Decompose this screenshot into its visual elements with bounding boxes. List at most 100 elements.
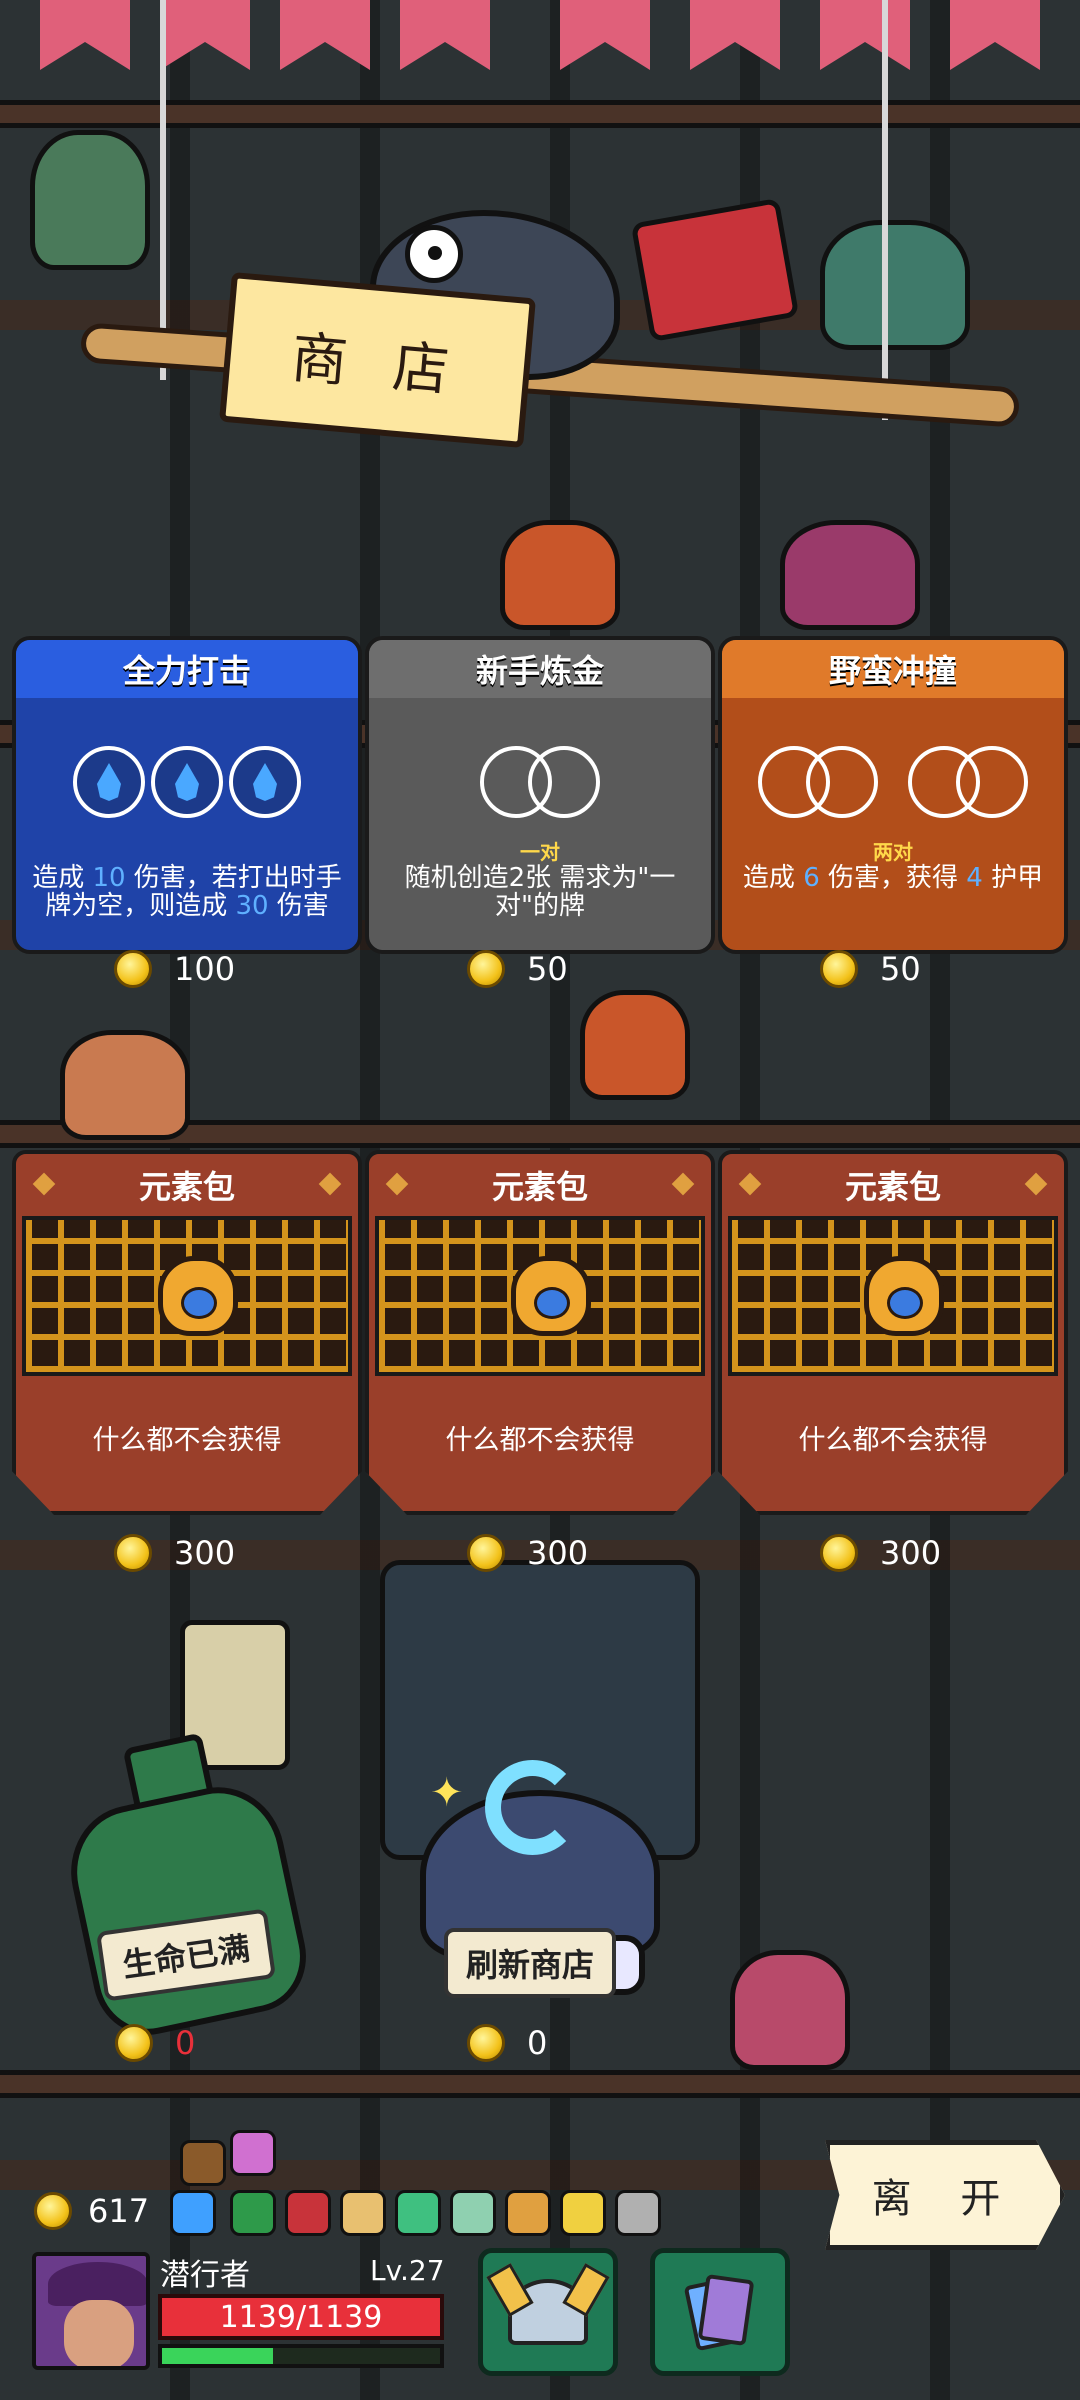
diamond-ornament-icon bbox=[32, 1172, 56, 1196]
shop-sign: 商 店 bbox=[219, 271, 536, 449]
xp-bar-fill bbox=[162, 2348, 274, 2364]
jade-vase-icon[interactable] bbox=[450, 2190, 496, 2236]
requirement-label: 一对 bbox=[520, 840, 560, 864]
deck-cards-icon bbox=[683, 2273, 755, 2352]
maze-pattern bbox=[22, 1216, 352, 1376]
coin-icon bbox=[115, 2024, 153, 2062]
skill-card[interactable]: 全力打击 造成 10 伤害，若打出时手牌为空，则造成 30 伤害 bbox=[12, 636, 362, 954]
gold-counter: 617 bbox=[34, 2192, 149, 2230]
price-value: 50 bbox=[527, 950, 568, 988]
skill-card[interactable]: 野蛮冲撞 两对 造成 6 伤害，获得 4 护甲 bbox=[718, 636, 1068, 954]
pack-description: 什么都不会获得 bbox=[445, 1425, 635, 1456]
bunting-flag bbox=[560, 0, 650, 70]
hp-bar: 1139/1139 bbox=[158, 2294, 444, 2340]
skill-card-body: 造成 10 伤害，若打出时手牌为空，则造成 30 伤害 bbox=[16, 698, 358, 950]
coin-icon bbox=[467, 1534, 505, 1572]
skill-card-title: 野蛮冲撞 bbox=[722, 640, 1064, 698]
pack-price: 300 bbox=[114, 1534, 235, 1572]
bunting-flag bbox=[690, 0, 780, 70]
diamond-ornament-icon bbox=[385, 1172, 409, 1196]
element-pack[interactable]: 元素包什么都不会获得 bbox=[718, 1150, 1068, 1515]
pack-description: 什么都不会获得 bbox=[798, 1425, 988, 1456]
refresh-icon[interactable] bbox=[485, 1760, 580, 1855]
leave-button[interactable]: 离 开 bbox=[825, 2140, 1065, 2250]
loot-bag-icon bbox=[864, 1256, 944, 1336]
heal-potion-icon[interactable] bbox=[58, 1775, 317, 2045]
green-potion-icon[interactable] bbox=[395, 2190, 441, 2236]
gold-value: 617 bbox=[88, 2192, 150, 2230]
pink-gem-icon[interactable] bbox=[230, 2130, 276, 2176]
loot-bag-icon bbox=[511, 1256, 591, 1336]
refresh-price-value: 0 bbox=[527, 2024, 548, 2062]
diamond-ornament-icon bbox=[318, 1172, 342, 1196]
bunting-flag bbox=[820, 0, 910, 70]
horn-icon[interactable] bbox=[505, 2190, 551, 2236]
sign-rope bbox=[882, 0, 888, 420]
diamond-ornament-icon bbox=[738, 1172, 762, 1196]
pot-decoration bbox=[500, 520, 620, 630]
jar-decoration bbox=[60, 1030, 190, 1140]
diamond-ornament-icon bbox=[1024, 1172, 1048, 1196]
element-pack[interactable]: 元素包 什么都不会获得 bbox=[12, 1150, 362, 1515]
coin-icon bbox=[467, 950, 505, 988]
skill-card-body: 两对 造成 6 伤害，获得 4 护甲 bbox=[722, 698, 1064, 950]
requirement-orbs bbox=[722, 746, 1064, 818]
price-value: 300 bbox=[174, 1534, 236, 1572]
pack-price: 300 bbox=[820, 1534, 941, 1572]
shelf-plank bbox=[0, 2070, 1080, 2098]
jar-decoration bbox=[780, 520, 920, 630]
sparkle-icon: ✦ bbox=[430, 1770, 464, 1816]
battery-icon[interactable] bbox=[615, 2190, 661, 2236]
coin-icon bbox=[467, 2024, 505, 2062]
sign-rope bbox=[160, 0, 166, 380]
skill-card-price: 50 bbox=[820, 950, 921, 988]
water-orb-icon bbox=[151, 746, 223, 818]
diamond-ornament-icon bbox=[671, 1172, 695, 1196]
price-value: 300 bbox=[527, 1534, 589, 1572]
coin-icon bbox=[34, 2192, 72, 2230]
deck-button[interactable] bbox=[650, 2248, 790, 2376]
pack-price: 300 bbox=[467, 1534, 588, 1572]
viking-helmet-icon bbox=[508, 2279, 588, 2345]
pipe-icon[interactable] bbox=[180, 2140, 226, 2186]
coin-icon bbox=[820, 1534, 858, 1572]
bunting-flag bbox=[40, 0, 130, 70]
hp-text: 1139/1139 bbox=[219, 2299, 383, 2335]
bunting-flag bbox=[400, 0, 490, 70]
player-avatar[interactable] bbox=[32, 2252, 150, 2370]
player-name: 潜行者 bbox=[160, 2258, 250, 2293]
coin-icon bbox=[114, 1534, 152, 1572]
xp-bar bbox=[158, 2344, 444, 2368]
green-dragon-icon[interactable] bbox=[230, 2190, 276, 2236]
pair-rings-icon bbox=[758, 746, 878, 818]
jar-decoration bbox=[730, 1950, 850, 2070]
skill-card-description: 随机创造2张 需求为"一对"的牌 bbox=[404, 863, 676, 921]
flower-pot-icon[interactable] bbox=[340, 2190, 386, 2236]
maze-pattern bbox=[375, 1216, 705, 1376]
red-heart-card-icon[interactable] bbox=[285, 2190, 331, 2236]
water-orb-icon bbox=[229, 746, 301, 818]
pair-rings-icon bbox=[908, 746, 1028, 818]
pack-title: 元素包 bbox=[16, 1154, 358, 1216]
bunting-flag bbox=[160, 0, 250, 70]
requirement-orbs bbox=[369, 746, 711, 818]
loot-bag-icon bbox=[158, 1256, 238, 1336]
element-pack[interactable]: 元素包 什么都不会获得 bbox=[365, 1150, 715, 1515]
blue-flame-icon[interactable] bbox=[170, 2190, 216, 2236]
jar-decoration bbox=[30, 130, 150, 270]
skill-card-title: 全力打击 bbox=[16, 640, 358, 698]
equipment-button[interactable] bbox=[478, 2248, 618, 2376]
heal-price-value: 0 bbox=[175, 2024, 196, 2062]
price-value: 50 bbox=[880, 950, 921, 988]
skill-card-price: 50 bbox=[467, 950, 568, 988]
refresh-shop-button[interactable]: 刷新商店 bbox=[444, 1928, 617, 1998]
requirement-label: 两对 bbox=[873, 840, 913, 864]
coin-icon bbox=[114, 950, 152, 988]
price-value: 300 bbox=[880, 1534, 942, 1572]
maze-pattern bbox=[728, 1216, 1058, 1376]
pack-title: 元素包 bbox=[722, 1154, 1064, 1216]
skill-card[interactable]: 新手炼金 一对 随机创造2张 需求为"一对"的牌 bbox=[365, 636, 715, 954]
bunting-flag bbox=[950, 0, 1040, 70]
lemon-icon[interactable] bbox=[560, 2190, 606, 2236]
water-orb-icon bbox=[73, 746, 145, 818]
